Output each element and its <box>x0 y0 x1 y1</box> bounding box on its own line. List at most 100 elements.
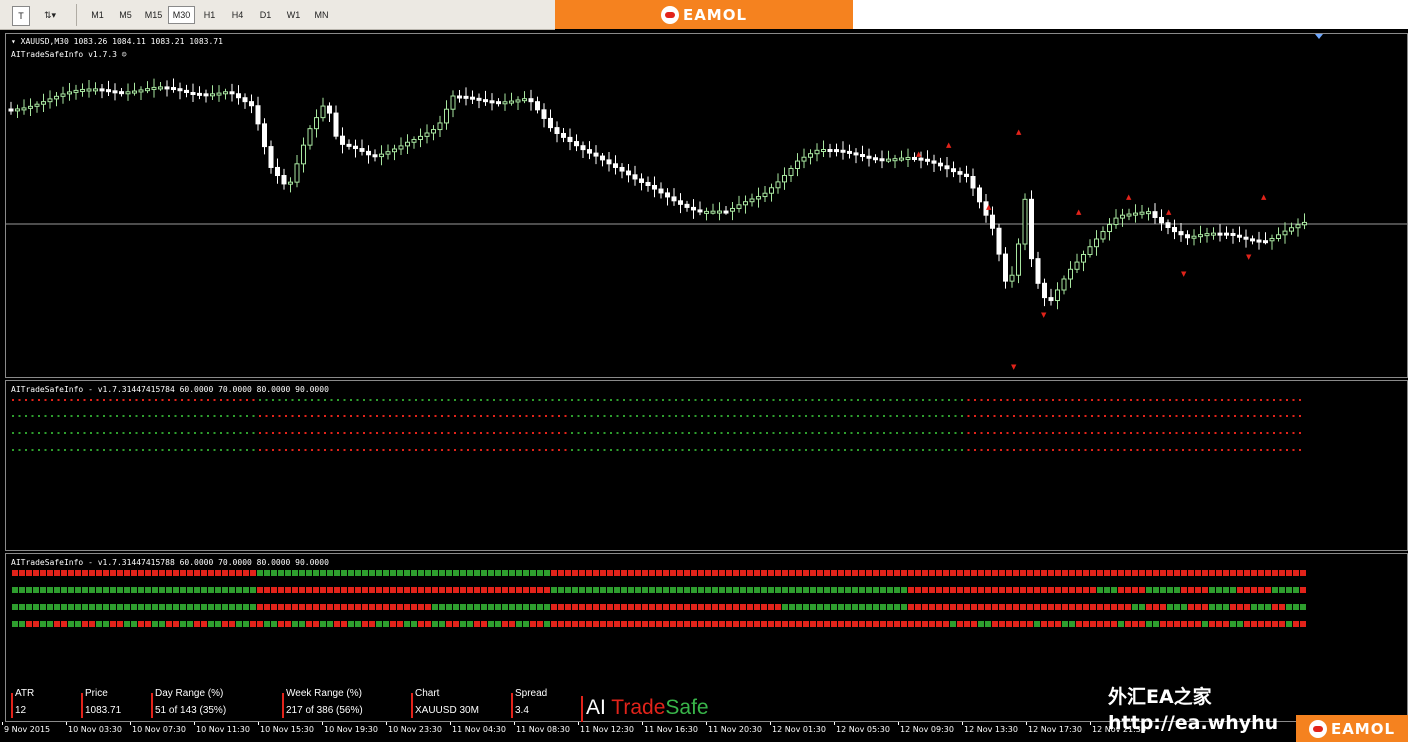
timeframe-button-h1[interactable]: H1 <box>196 6 223 24</box>
timeframe-button-h4[interactable]: H4 <box>224 6 251 24</box>
indicator-block <box>894 570 900 576</box>
indicator-dot <box>662 432 664 434</box>
indicator-dot <box>1247 449 1249 451</box>
candle-body <box>977 187 982 203</box>
indicator-block <box>915 621 921 627</box>
indicator-block <box>684 604 690 610</box>
indicator-block <box>831 604 837 610</box>
indicator-dot <box>278 399 281 401</box>
indicator-block <box>75 570 81 576</box>
time-tick: 12 Nov 05:30 <box>836 725 890 734</box>
indicator-block <box>642 587 648 593</box>
indicator-block <box>649 621 655 627</box>
indicator-dot <box>1110 415 1113 417</box>
candle-body <box>450 95 456 110</box>
indicator-block <box>222 570 228 576</box>
indicator-dot <box>1039 432 1041 434</box>
main-chart-pane[interactable]: ▲ ▲ ▲ ▲ ▲ ▲ ▲ ▲ ▼ ▼ ▼ ▼ ▾ XAUUSD,M30 1083.26 1084.1… <box>5 33 1408 378</box>
timeframe-button-m30[interactable]: M30 <box>168 6 195 24</box>
indicator-block <box>1104 587 1110 593</box>
indicator-dot <box>779 432 781 434</box>
indicator-dot <box>421 399 424 401</box>
indicator-dot <box>772 415 775 417</box>
indicator-dot <box>1169 449 1171 451</box>
spread-value: 3.4 <box>515 705 529 716</box>
indicator-dot <box>1279 399 1282 401</box>
indicator-block <box>425 604 431 610</box>
indicator-dot <box>720 449 723 451</box>
candle-body <box>626 170 631 176</box>
indicator-dot <box>1136 449 1139 451</box>
timeframe-button-m15[interactable]: M15 <box>140 6 167 24</box>
indicator-dot <box>623 432 625 434</box>
indicator-dot <box>1084 399 1087 401</box>
indicator-dot <box>246 432 248 434</box>
indicator-dot <box>252 432 255 434</box>
indicator-dot <box>1006 399 1009 401</box>
indicator-block <box>187 621 193 627</box>
candle-body <box>970 176 976 189</box>
indicator-block <box>586 587 592 593</box>
indicator-block <box>488 604 494 610</box>
candle-body <box>1269 238 1275 242</box>
indicator-dot <box>831 415 833 417</box>
indicator-block <box>537 621 543 627</box>
indicator-dot <box>655 415 658 417</box>
text-tool-icon[interactable]: T <box>12 6 30 26</box>
indicator-block <box>824 587 830 593</box>
indicator-dot <box>324 449 326 451</box>
indicator-dot <box>948 399 950 401</box>
timeframe-button-d1[interactable]: D1 <box>252 6 279 24</box>
indicator-dot <box>116 399 118 401</box>
indicator-dot <box>486 432 489 434</box>
indicator-block <box>1237 570 1243 576</box>
candle-body <box>21 107 27 111</box>
candle-body <box>1211 232 1216 236</box>
indicator-block <box>747 570 753 576</box>
indicator-dot <box>428 449 430 451</box>
indicator-dot <box>486 449 489 451</box>
candle-body <box>190 92 196 96</box>
indicator-block <box>152 604 158 610</box>
indicator-dot <box>785 415 788 417</box>
candle-body <box>301 144 306 165</box>
indicator-block <box>873 587 879 593</box>
candle-body <box>60 93 66 97</box>
indicator-dot <box>759 432 762 434</box>
timeframe-button-m5[interactable]: M5 <box>112 6 139 24</box>
indicator-block <box>782 587 788 593</box>
indicator-dot <box>974 432 976 434</box>
timeframe-button-m1[interactable]: M1 <box>84 6 111 24</box>
safe-text: Safe <box>665 696 709 719</box>
indicator-dot <box>707 415 710 417</box>
indicator-block <box>887 621 893 627</box>
indicator-dot <box>44 399 47 401</box>
indicator-dot <box>1052 449 1054 451</box>
objects-dropdown-icon[interactable]: ⇅▾ <box>36 6 64 24</box>
timeframe-button-w1[interactable]: W1 <box>280 6 307 24</box>
indicator-block <box>425 570 431 576</box>
indicator-block <box>516 621 522 627</box>
indicator-dot <box>603 399 606 401</box>
brand-logo-bottom: EAMOL <box>1308 719 1395 738</box>
candle-body <box>1107 224 1112 233</box>
indicator-dot <box>636 449 638 451</box>
shift-marker-icon[interactable] <box>1315 34 1323 39</box>
timeframe-button-mn[interactable]: MN <box>308 6 335 24</box>
price-label: Price <box>85 688 108 699</box>
indicator-dot <box>441 432 443 434</box>
indicator-block <box>1076 570 1082 576</box>
indicator-dot <box>753 415 755 417</box>
indicator-dot <box>1097 449 1100 451</box>
indicator-dot <box>1019 432 1022 434</box>
indicator-block <box>754 604 760 610</box>
indicator-block <box>943 604 949 610</box>
indicator-dot <box>798 399 801 401</box>
indicator-block <box>866 570 872 576</box>
candle-body <box>327 105 332 114</box>
indicator-block <box>943 570 949 576</box>
indicator-block <box>775 587 781 593</box>
indicator-block <box>215 570 221 576</box>
indicator-block <box>306 621 312 627</box>
indicator1-pane[interactable]: AITradeSafeInfo - v1.7.31447415784 60.00… <box>5 380 1408 551</box>
